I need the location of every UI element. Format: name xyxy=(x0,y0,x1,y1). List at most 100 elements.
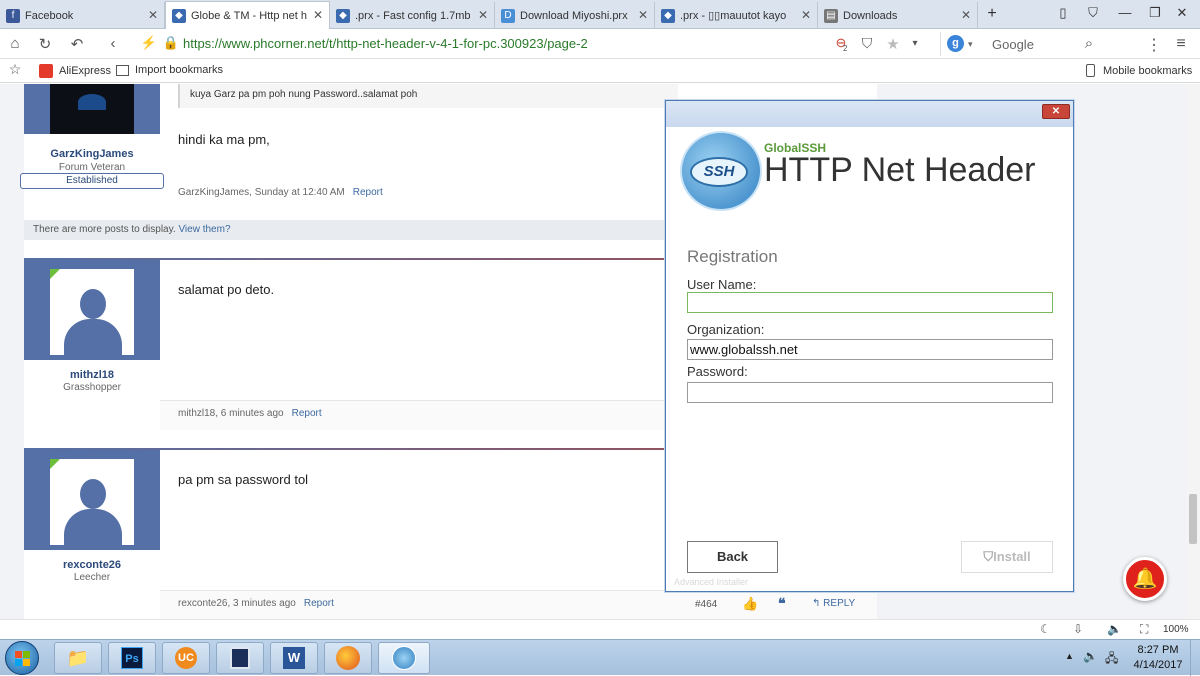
password-field[interactable] xyxy=(687,382,1053,403)
bookmark-import[interactable]: Import bookmarks xyxy=(116,64,223,76)
start-button[interactable] xyxy=(5,641,39,675)
download-icon[interactable]: ⇩ xyxy=(1073,622,1083,636)
default-avatar-head xyxy=(80,479,106,509)
document-app-icon xyxy=(230,647,250,669)
quote-icon[interactable]: ❝ xyxy=(778,595,786,612)
close-icon[interactable]: ✕ xyxy=(478,8,488,22)
back-arrow-icon[interactable]: ‹ xyxy=(104,35,122,52)
window-close-button[interactable]: ✕ xyxy=(1172,5,1192,21)
tab-fast-config[interactable]: ◆ .prx - Fast config 1.7mb ✕ xyxy=(330,2,495,29)
shirt-skin-icon[interactable]: ⛉ xyxy=(1083,5,1103,21)
photoshop-taskbar-button[interactable]: Ps xyxy=(108,642,156,674)
fullscreen-icon[interactable]: ⛶ xyxy=(1140,622,1148,637)
avatar[interactable] xyxy=(50,459,134,545)
close-icon[interactable]: ✕ xyxy=(148,8,158,22)
tab-mauutot[interactable]: ◆ .prx - ▯▯mauutot kayo ✕ xyxy=(655,2,818,29)
page-scrollbar[interactable] xyxy=(1186,84,1200,638)
undo-icon[interactable]: ↶ xyxy=(68,35,86,53)
bookmark-aliexpress[interactable]: AliExpress xyxy=(39,64,111,78)
browser-statusbar: ☾ ⇩ 🔈 ⛶ 100% xyxy=(0,619,1200,639)
organization-field[interactable] xyxy=(687,339,1053,360)
word-taskbar-button[interactable]: W xyxy=(270,642,318,674)
report-link[interactable]: Report xyxy=(292,408,322,419)
back-button[interactable]: Back xyxy=(687,541,778,573)
tray-chevron-icon[interactable]: ▲ xyxy=(1065,651,1074,661)
close-icon[interactable]: ✕ xyxy=(638,8,648,22)
username[interactable]: GarzKingJames xyxy=(24,148,160,160)
close-icon[interactable]: ✕ xyxy=(801,8,811,22)
uc-browser-icon: UC xyxy=(175,647,197,669)
address-toolbar: ⌂ ↻ ↶ ‹ ⚡ 🔒 https://www.phcorner.net/t/h… xyxy=(0,29,1200,59)
username[interactable]: rexconte26 xyxy=(24,559,160,571)
chevron-down-icon[interactable]: ▾ xyxy=(906,38,924,49)
reply-button[interactable]: ↰ REPLY xyxy=(812,598,855,609)
bookmark-label: Mobile bookmarks xyxy=(1103,64,1193,77)
install-button[interactable]: ⛉Install xyxy=(961,541,1053,573)
url-text[interactable]: https://www.phcorner.net/t/http-net-head… xyxy=(183,36,588,51)
username[interactable]: mithzl18 xyxy=(24,369,160,381)
network-icon[interactable]: 🖧 xyxy=(1105,649,1118,670)
home-icon[interactable]: ⌂ xyxy=(6,35,24,52)
close-icon[interactable]: ✕ xyxy=(313,8,323,22)
zoom-level[interactable]: 100% xyxy=(1163,624,1189,635)
post-number[interactable]: #464 xyxy=(695,599,717,610)
clock-time[interactable]: 8:27 PM xyxy=(1128,644,1188,656)
report-link[interactable]: Report xyxy=(353,187,383,198)
shield-favicon-icon: ◆ xyxy=(661,8,675,23)
avatar[interactable] xyxy=(50,269,134,355)
dialog-footer-text: Advanced Installer xyxy=(674,577,749,587)
uc-browser-taskbar-button[interactable]: UC xyxy=(162,642,210,674)
reload-icon[interactable]: ↻ xyxy=(36,35,54,53)
app-taskbar-button[interactable] xyxy=(216,642,264,674)
install-label: Install xyxy=(993,549,1031,564)
more-icon[interactable]: ≡ xyxy=(1172,35,1190,53)
tab-label: Download Miyoshi.prx xyxy=(520,9,628,22)
volume-icon[interactable]: 🔈 xyxy=(1083,649,1098,663)
tab-label: .prx - ▯▯mauutot kayo xyxy=(680,10,787,22)
star-icon[interactable]: ★ xyxy=(884,35,902,53)
search-engine-icon[interactable]: g xyxy=(947,35,964,52)
explorer-taskbar-button[interactable]: 📁 xyxy=(54,642,102,674)
minimize-button[interactable]: — xyxy=(1115,5,1135,20)
dialog-titlebar: ✕ xyxy=(666,101,1073,127)
close-icon[interactable]: ✕ xyxy=(961,8,971,22)
mobile-bookmarks[interactable]: Mobile bookmarks xyxy=(1086,64,1192,77)
restore-button[interactable]: ❐ xyxy=(1145,5,1165,21)
clock-date[interactable]: 4/14/2017 xyxy=(1128,659,1188,671)
reply-label: REPLY xyxy=(823,598,856,609)
tab-downloads[interactable]: ▤ Downloads ✕ xyxy=(818,2,978,29)
downloads-icon: ▤ xyxy=(824,8,838,23)
tab-list-icon[interactable]: ▯ xyxy=(1053,5,1073,21)
post-meta: GarzKingJames, Sunday at 12:40 AM Report xyxy=(178,187,383,198)
aliexpress-icon xyxy=(39,64,53,78)
tab-globe-tm[interactable]: ◆ Globe & TM - Http net h ✕ xyxy=(165,1,330,29)
username-field[interactable] xyxy=(687,292,1053,313)
search-icon[interactable]: ⌕ xyxy=(1080,35,1098,52)
tab-label: Downloads xyxy=(843,9,898,22)
show-desktop-button[interactable] xyxy=(1190,640,1200,676)
globalssh-taskbar-button[interactable] xyxy=(378,642,430,674)
chevron-down-icon[interactable]: ▾ xyxy=(968,39,973,50)
speed-dial-icon[interactable]: ⚡ xyxy=(140,35,158,51)
d-favicon-icon: D xyxy=(501,8,515,23)
phone-icon xyxy=(1086,64,1095,77)
notification-bell-icon[interactable]: 🔔 xyxy=(1123,557,1167,601)
speaker-icon[interactable]: 🔈 xyxy=(1107,622,1122,636)
view-them-link[interactable]: View them? xyxy=(178,224,230,235)
menu-icon[interactable]: ⋮ xyxy=(1145,35,1163,55)
more-posts-text: There are more posts to display. xyxy=(33,224,176,235)
scrollbar-thumb[interactable] xyxy=(1189,494,1197,544)
night-mode-icon[interactable]: ☾ xyxy=(1040,622,1051,636)
word-icon: W xyxy=(283,647,305,669)
like-icon[interactable]: 👍 xyxy=(742,596,758,612)
tab-facebook[interactable]: f Facebook ✕ xyxy=(0,2,165,29)
shield-icon[interactable]: ⛉ xyxy=(858,35,876,52)
post-meta: mithzl18, 6 minutes ago Report xyxy=(178,408,322,419)
avatar[interactable] xyxy=(50,84,134,134)
dialog-close-button[interactable]: ✕ xyxy=(1042,104,1070,119)
new-tab-button[interactable]: + xyxy=(982,5,1002,23)
report-link[interactable]: Report xyxy=(304,598,334,609)
tab-download-miyoshi[interactable]: D Download Miyoshi.prx ✕ xyxy=(495,2,655,29)
firefox-taskbar-button[interactable] xyxy=(324,642,372,674)
star-outline-icon[interactable]: ☆ xyxy=(6,61,24,78)
